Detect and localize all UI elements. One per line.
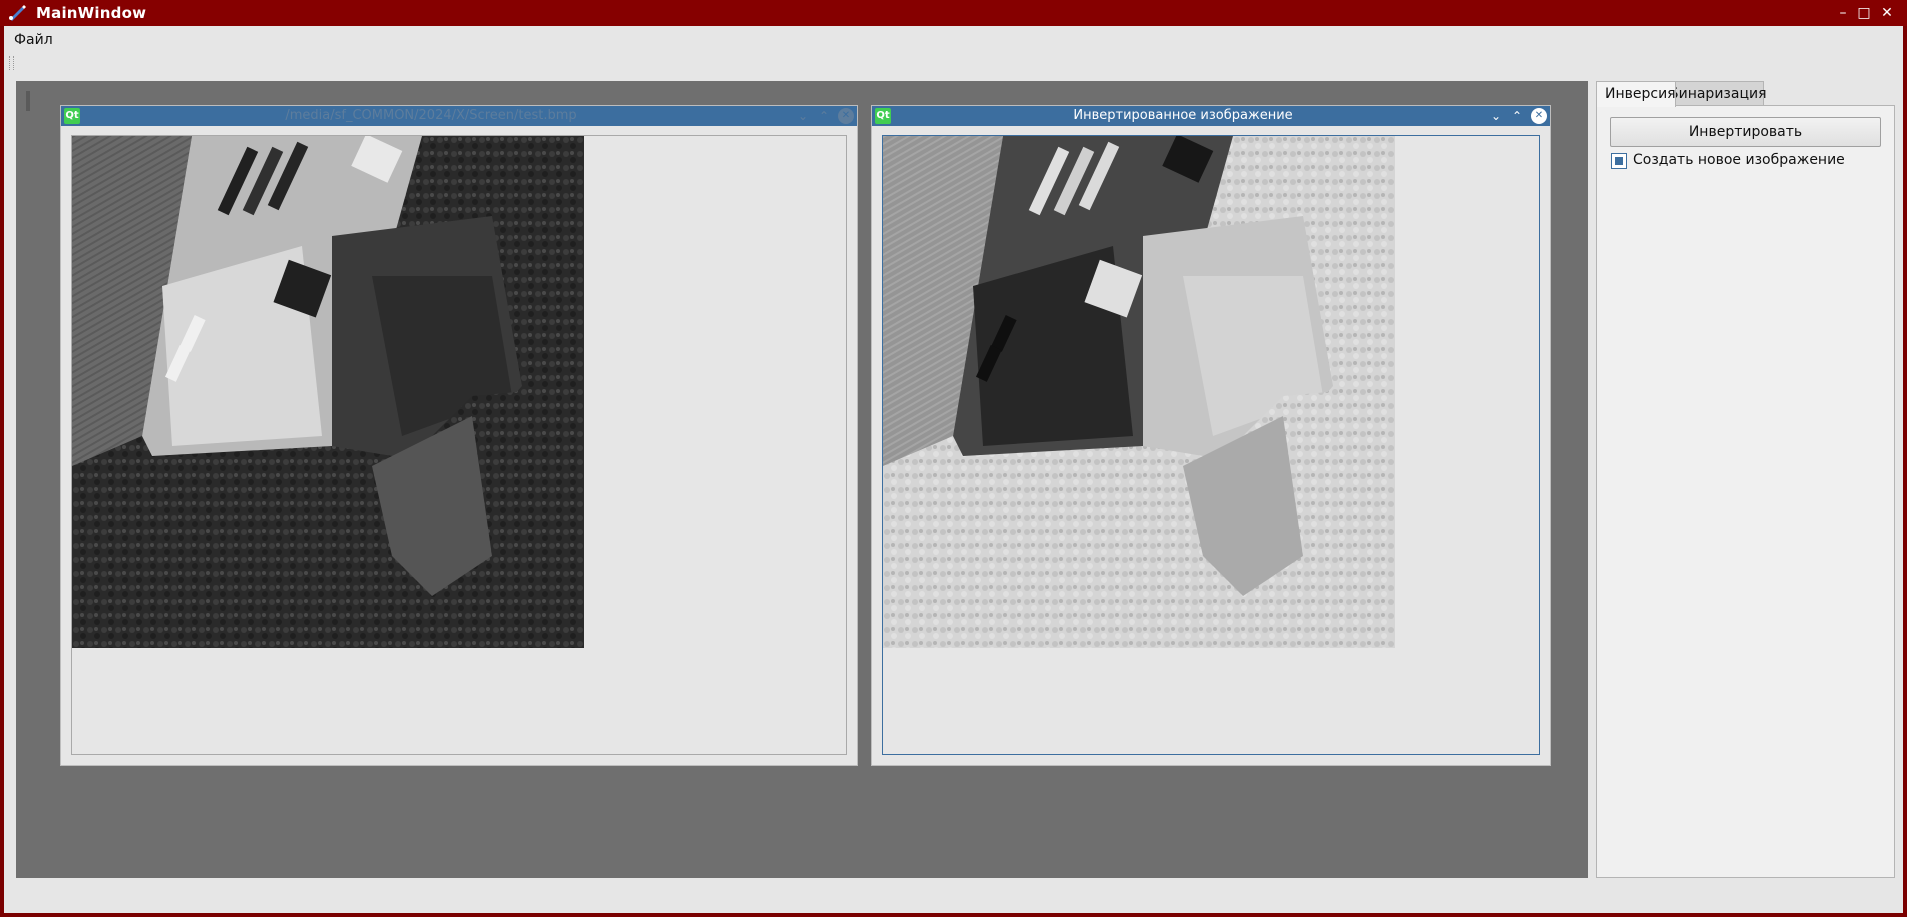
toolbar-grip[interactable] <box>9 56 14 70</box>
main-window-client: Файл Qt /media/sf_COMMON/2024/X/Screen/t… <box>4 26 1903 913</box>
chevron-up-icon[interactable]: ⌃ <box>816 108 832 124</box>
side-panel: Инверсия Бинаризация Инвертировать Созда… <box>1596 81 1895 878</box>
close-button[interactable]: ✕ <box>1877 3 1897 23</box>
mdi-area: Qt /media/sf_COMMON/2024/X/Screen/test.b… <box>16 81 1588 878</box>
new-image-checkbox[interactable] <box>1611 153 1627 169</box>
menu-bar: Файл <box>4 26 1903 54</box>
window-title: MainWindow <box>36 4 147 22</box>
close-icon[interactable]: ✕ <box>1531 108 1547 124</box>
subwindow-title-bar[interactable]: Qt Инвертированное изображение ⌄ ⌃ ✕ <box>872 106 1550 126</box>
minimize-button[interactable]: – <box>1833 3 1853 23</box>
subwindow-title: /media/sf_COMMON/2024/X/Screen/test.bmp <box>285 108 577 123</box>
subwindow-original[interactable]: Qt /media/sf_COMMON/2024/X/Screen/test.b… <box>60 105 858 766</box>
chevron-down-icon[interactable]: ⌄ <box>795 108 811 124</box>
original-image <box>72 136 584 648</box>
app-icon <box>9 5 26 21</box>
tab-panel-inversion: Инвертировать Создать новое изображение <box>1596 105 1895 878</box>
subwindow-title-bar[interactable]: Qt /media/sf_COMMON/2024/X/Screen/test.b… <box>61 106 857 126</box>
inverted-image <box>883 136 1395 648</box>
qt-icon: Qt <box>64 108 80 124</box>
close-icon[interactable]: ✕ <box>838 108 854 124</box>
mdi-grip <box>26 91 30 111</box>
chevron-up-icon[interactable]: ⌃ <box>1509 108 1525 124</box>
subwindow-title: Инвертированное изображение <box>1073 108 1293 123</box>
tab-inversion[interactable]: Инверсия <box>1596 81 1676 107</box>
chevron-down-icon[interactable]: ⌄ <box>1488 108 1504 124</box>
title-bar: MainWindow – □ ✕ <box>0 0 1907 26</box>
image-viewport[interactable] <box>882 135 1540 755</box>
menu-file[interactable]: Файл <box>14 32 53 48</box>
new-image-checkbox-label[interactable]: Создать новое изображение <box>1633 152 1845 168</box>
invert-button[interactable]: Инвертировать <box>1610 117 1881 147</box>
maximize-button[interactable]: □ <box>1854 3 1874 23</box>
qt-icon: Qt <box>875 108 891 124</box>
image-viewport[interactable] <box>71 135 847 755</box>
checkbox-checked-icon <box>1615 157 1623 165</box>
subwindow-inverted[interactable]: Qt Инвертированное изображение ⌄ ⌃ ✕ <box>871 105 1551 766</box>
